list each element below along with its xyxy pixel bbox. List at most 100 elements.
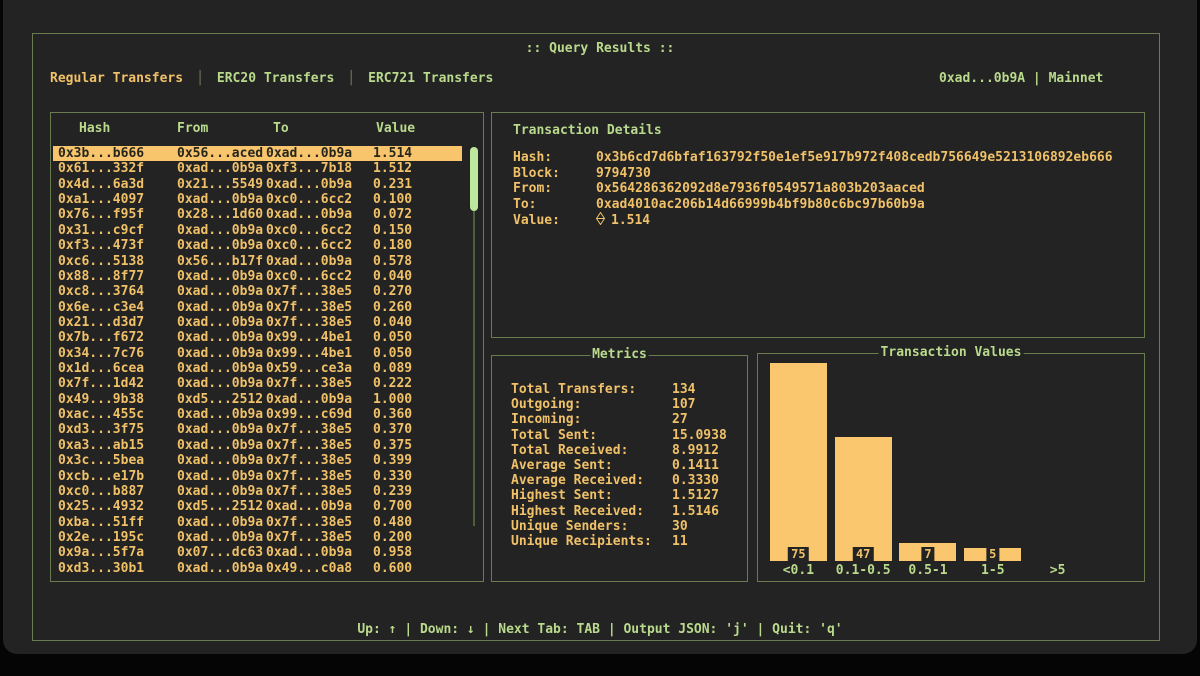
value-cell: 0.050: [373, 346, 412, 361]
metric-label: Highest Sent:: [511, 488, 672, 503]
table-row[interactable]: 0x9a...5f7a0x07...dc630xad...0b9a0.958: [51, 545, 483, 560]
metric-value: 27: [672, 412, 688, 427]
value-cell: 0.480: [373, 515, 412, 530]
value-cell: 0.200: [373, 530, 412, 545]
table-row[interactable]: 0x21...d3d70xad...0b9a0x7f...38e50.040: [51, 315, 483, 330]
to-cell: 0xad...0b9a: [266, 499, 352, 514]
chart-category-axis: <0.10.1-0.50.5-11-5>5: [766, 563, 1090, 578]
hash-cell: 0xcb...e17b: [58, 469, 144, 484]
table-row[interactable]: 0x6e...c3e40xad...0b9a0x7f...38e50.260: [51, 300, 483, 315]
hash-cell: 0xd3...3f75: [58, 422, 144, 437]
metric-row: Unique Recipients:11: [511, 534, 739, 549]
from-cell: 0xd5...2512: [177, 392, 263, 407]
details-field-label: From:: [513, 181, 596, 197]
table-row[interactable]: 0x7f...1d420xad...0b9a0x7f...38e50.222: [51, 376, 483, 391]
metric-label: Total Sent:: [511, 428, 672, 443]
to-cell: 0xad...0b9a: [266, 177, 352, 192]
metric-label: Unique Recipients:: [511, 534, 672, 549]
table-row[interactable]: 0x7b...f6720xad...0b9a0x99...4be10.050: [51, 330, 483, 345]
chart-bar: 47: [835, 437, 892, 561]
table-row[interactable]: 0x61...332f0xad...0b9a0xf3...7b181.512: [51, 161, 483, 176]
table-row[interactable]: 0x76...f95f0x28...1d600xad...0b9a0.072: [51, 207, 483, 222]
details-field-value: 0xad4010ac206b14d66999b4bf9b80c6bc97b60b…: [596, 197, 925, 212]
table-row[interactable]: 0xcb...e17b0xad...0b9a0x7f...38e50.330: [51, 469, 483, 484]
chart-bar-slot: 47: [831, 360, 896, 561]
from-cell: 0xad...0b9a: [177, 269, 263, 284]
metric-row: Total Received:8.9912: [511, 443, 739, 458]
value-cell: 0.370: [373, 422, 412, 437]
table-row[interactable]: 0xc0...b8870xad...0b9a0x7f...38e50.239: [51, 484, 483, 499]
table-row[interactable]: 0xd3...30b10xad...0b9a0x49...c0a80.600: [51, 561, 483, 576]
value-cell: 0.040: [373, 315, 412, 330]
metric-value: 1.5146: [672, 504, 719, 519]
table-row[interactable]: 0x3b...b6660x56...aced0xad...0b9a1.514: [51, 146, 483, 161]
table-row[interactable]: 0xc6...51380x56...b17f0xad...0b9a0.578: [51, 254, 483, 269]
details-field: Value:1.514: [513, 212, 1113, 228]
from-cell: 0xad...0b9a: [177, 422, 263, 437]
hash-cell: 0xc8...3764: [58, 284, 144, 299]
to-cell: 0x99...4be1: [266, 330, 352, 345]
details-field: From:0x564286362092d8e7936f0549571a803b2…: [513, 181, 1113, 197]
table-row[interactable]: 0x3c...5bea0xad...0b9a0x7f...38e50.399: [51, 453, 483, 468]
table-row[interactable]: 0xa3...ab150xad...0b9a0x7f...38e50.375: [51, 438, 483, 453]
value-cell: 0.239: [373, 484, 412, 499]
value-cell: 0.270: [373, 284, 412, 299]
value-cell: 0.100: [373, 192, 412, 207]
value-cell: 0.040: [373, 269, 412, 284]
from-cell: 0xad...0b9a: [177, 330, 263, 345]
table-row[interactable]: 0x2e...195c0xad...0b9a0x7f...38e50.200: [51, 530, 483, 545]
tab-separator: │: [196, 71, 204, 86]
table-row[interactable]: 0x31...c9cf0xad...0b9a0xc0...6cc20.150: [51, 223, 483, 238]
to-cell: 0x7f...38e5: [266, 484, 352, 499]
metric-value: 134: [672, 382, 695, 397]
tab-regular-transfers[interactable]: Regular Transfers: [50, 71, 183, 86]
value-cell: 0.231: [373, 177, 412, 192]
table-row[interactable]: 0x25...49320xd5...25120xad...0b9a0.700: [51, 499, 483, 514]
table-row[interactable]: 0xa1...40970xad...0b9a0xc0...6cc20.100: [51, 192, 483, 207]
value-cell: 0.089: [373, 361, 412, 376]
column-header-value: Value: [376, 121, 415, 136]
table-row[interactable]: 0xc8...37640xad...0b9a0x7f...38e50.270: [51, 284, 483, 299]
hash-cell: 0xc6...5138: [58, 254, 144, 269]
table-row[interactable]: 0xf3...473f0xad...0b9a0xc0...6cc20.180: [51, 238, 483, 253]
from-cell: 0xad...0b9a: [177, 346, 263, 361]
account-network-badge: 0xad...0b9A | Mainnet: [939, 71, 1103, 86]
to-cell: 0x7f...38e5: [266, 315, 352, 330]
table-row[interactable]: 0xac...455c0xad...0b9a0x99...c69d0.360: [51, 407, 483, 422]
value-cell: 0.072: [373, 207, 412, 222]
chart-bar-slot: 7: [896, 360, 961, 561]
tab-erc721-transfers[interactable]: ERC721 Transfers: [368, 71, 493, 86]
chart-category-label: <0.1: [766, 563, 831, 578]
hash-cell: 0x4d...6a3d: [58, 177, 144, 192]
to-cell: 0xad...0b9a: [266, 146, 352, 161]
metric-value: 0.1411: [672, 458, 719, 473]
metric-value: 1.5127: [672, 488, 719, 503]
metric-row: Unique Senders:30: [511, 519, 739, 534]
from-cell: 0xad...0b9a: [177, 484, 263, 499]
from-cell: 0xad...0b9a: [177, 530, 263, 545]
metric-row: Average Received:0.3330: [511, 473, 739, 488]
keyboard-hints: Up: ↑ | Down: ↓ | Next Tab: TAB | Output…: [3, 622, 1197, 637]
table-row[interactable]: 0x4d...6a3d0x21...55490xad...0b9a0.231: [51, 177, 483, 192]
scrollbar-thumb[interactable]: [470, 147, 478, 211]
details-field: To:0xad4010ac206b14d66999b4bf9b80c6bc97b…: [513, 197, 1113, 213]
table-row[interactable]: 0xd3...3f750xad...0b9a0x7f...38e50.370: [51, 422, 483, 437]
to-cell: 0x99...4be1: [266, 346, 352, 361]
value-cell: 1.512: [373, 161, 412, 176]
metric-label: Average Sent:: [511, 458, 672, 473]
hash-cell: 0x3b...b666: [58, 146, 144, 161]
table-row[interactable]: 0xba...51ff0xad...0b9a0x7f...38e50.480: [51, 515, 483, 530]
from-cell: 0xad...0b9a: [177, 453, 263, 468]
value-cell: 0.180: [373, 238, 412, 253]
tab-erc20-transfers[interactable]: ERC20 Transfers: [217, 71, 334, 86]
table-row[interactable]: 0x88...8f770xad...0b9a0xc0...6cc20.040: [51, 269, 483, 284]
screen: :: Query Results :: Regular Transfers│ER…: [0, 0, 1200, 676]
table-row[interactable]: 0x34...7c760xad...0b9a0x99...4be10.050: [51, 346, 483, 361]
hash-cell: 0x6e...c3e4: [58, 300, 144, 315]
hash-cell: 0x25...4932: [58, 499, 144, 514]
table-row[interactable]: 0x1d...6cea0xad...0b9a0x59...ce3a0.089: [51, 361, 483, 376]
metric-label: Total Transfers:: [511, 382, 672, 397]
table-row[interactable]: 0x49...9b380xd5...25120xad...0b9a1.000: [51, 392, 483, 407]
hash-cell: 0xa1...4097: [58, 192, 144, 207]
from-cell: 0x56...aced: [177, 146, 263, 161]
